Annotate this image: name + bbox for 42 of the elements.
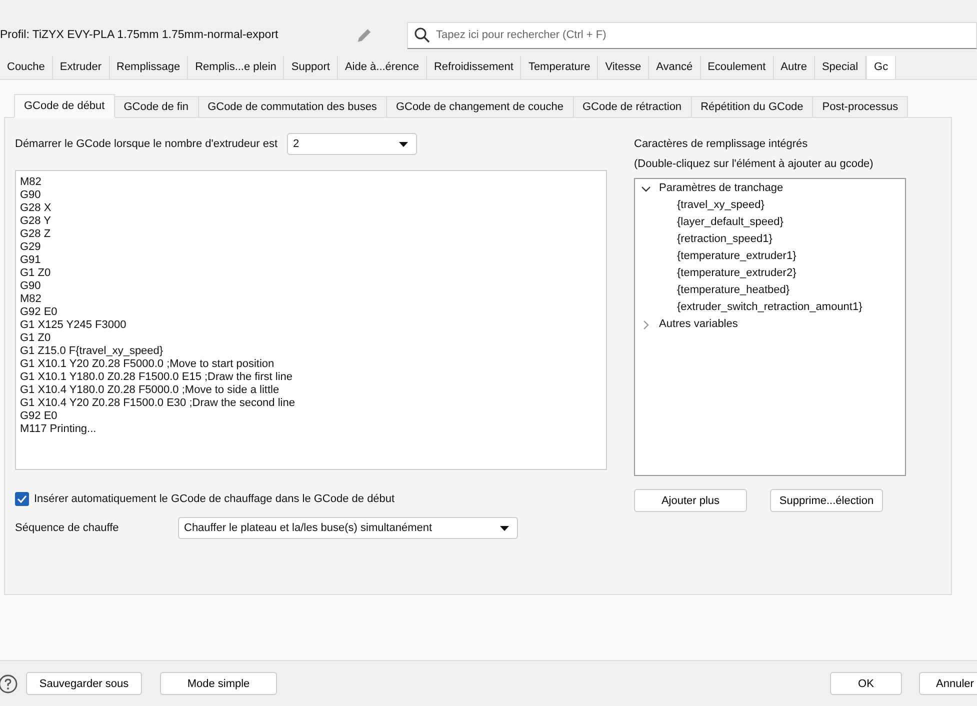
search-field[interactable]: Tapez ici pour rechercher (Ctrl + F) — [407, 22, 977, 48]
settings-tab[interactable]: Ecoulement — [700, 56, 774, 79]
search-icon — [414, 26, 430, 42]
tree-variable-item[interactable]: {travel_xy_speed} — [641, 197, 905, 214]
placeholders-title: Caractères de remplissage intégrés — [634, 137, 809, 152]
gcode-tab[interactable]: GCode de changement de couche — [386, 96, 574, 118]
footer-button[interactable]: Annuler — [919, 672, 977, 695]
settings-tab[interactable]: Autre — [774, 56, 815, 79]
panel-button[interactable]: Supprime...élection — [770, 489, 883, 512]
gcode-editor[interactable]: M82 G90 G28 X G28 Y G28 Z G29 G91 G1 Z0 G90 M82 G92 E0 G1 X125 Y245 F3000 G1 Z0 G1 Z15.0 F{travel_xy_speed} G1 X10.1 Y20 Z0.28 F5000.0 ;Move to start position G1 X10.1 Y180.0 Z0.28 F1500.0 E15 ;Draw the first line G1 X10.4 Y180.0 Z0.28 F5000.0 ;Move to side a little G1 X10.4 Y20 Z0.28 F1500.0 E30 ;Draw the second line G92 E0 M117 Printing... — [15, 170, 607, 470]
gcode-tab[interactable]: Répétition du GCode — [692, 96, 814, 118]
panel-button[interactable]: Ajouter plus — [634, 489, 747, 512]
chevron-icon[interactable] — [641, 184, 651, 194]
caret-icon — [399, 142, 408, 146]
gcode-tab[interactable]: Post-processus — [813, 96, 908, 118]
tree-variable-item[interactable]: {extruder_switch_retraction_amount1} — [641, 299, 905, 316]
footer-button[interactable]: Mode simple — [160, 672, 277, 695]
settings-tab[interactable]: Remplissage — [110, 56, 188, 79]
extruder-count-dropdown[interactable]: 2 — [287, 133, 417, 155]
tree-variable-item[interactable]: {temperature_extruder2} — [641, 265, 905, 282]
checkbox[interactable] — [15, 492, 29, 506]
profile-label: Profil: TiZYX EVY-PLA 1.75mm 1.75mm-normal-export — [0, 29, 280, 41]
tree-group-item[interactable]: Paramètres de tranchage — [659, 180, 784, 197]
auto-heat-label: Insérer automatiquement le GCode de chauffage dans le GCode de début — [34, 493, 395, 505]
tree-variable-item[interactable]: {temperature_heatbed} — [641, 282, 905, 299]
tree-group-item[interactable]: Autres variables — [659, 316, 738, 333]
heat-sequence-label: Séquence de chauffe — [15, 522, 120, 534]
tree-variable-item[interactable]: {retraction_speed1} — [641, 231, 905, 248]
gcode-tab[interactable]: GCode de début — [14, 94, 115, 118]
placeholders-hint: (Double-cliquez sur l'élément à ajouter au gcode) — [634, 157, 874, 172]
footer-button[interactable]: Sauvegarder sous — [26, 672, 142, 695]
caret-icon — [500, 526, 509, 530]
gcode-tab[interactable]: GCode de fin — [114, 96, 199, 118]
tree-variable-item[interactable]: {temperature_extruder1} — [641, 248, 905, 265]
footer-button[interactable]: OK — [830, 672, 902, 695]
help-icon[interactable] — [0, 674, 18, 694]
gcode-tab[interactable]: GCode de commutation des buses — [198, 96, 387, 118]
extruder-count-label: Démarrer le GCode lorsque le nombre d'extrudeur est — [15, 138, 279, 150]
gcode-tab[interactable]: GCode de rétraction — [574, 96, 692, 118]
tree-variable-item[interactable]: {layer_default_speed} — [641, 214, 905, 231]
settings-tab[interactable]: Gc — [866, 56, 896, 79]
heat-sequence-dropdown[interactable]: Chauffer le plateau et la/les buse(s) simultanément — [178, 517, 518, 539]
